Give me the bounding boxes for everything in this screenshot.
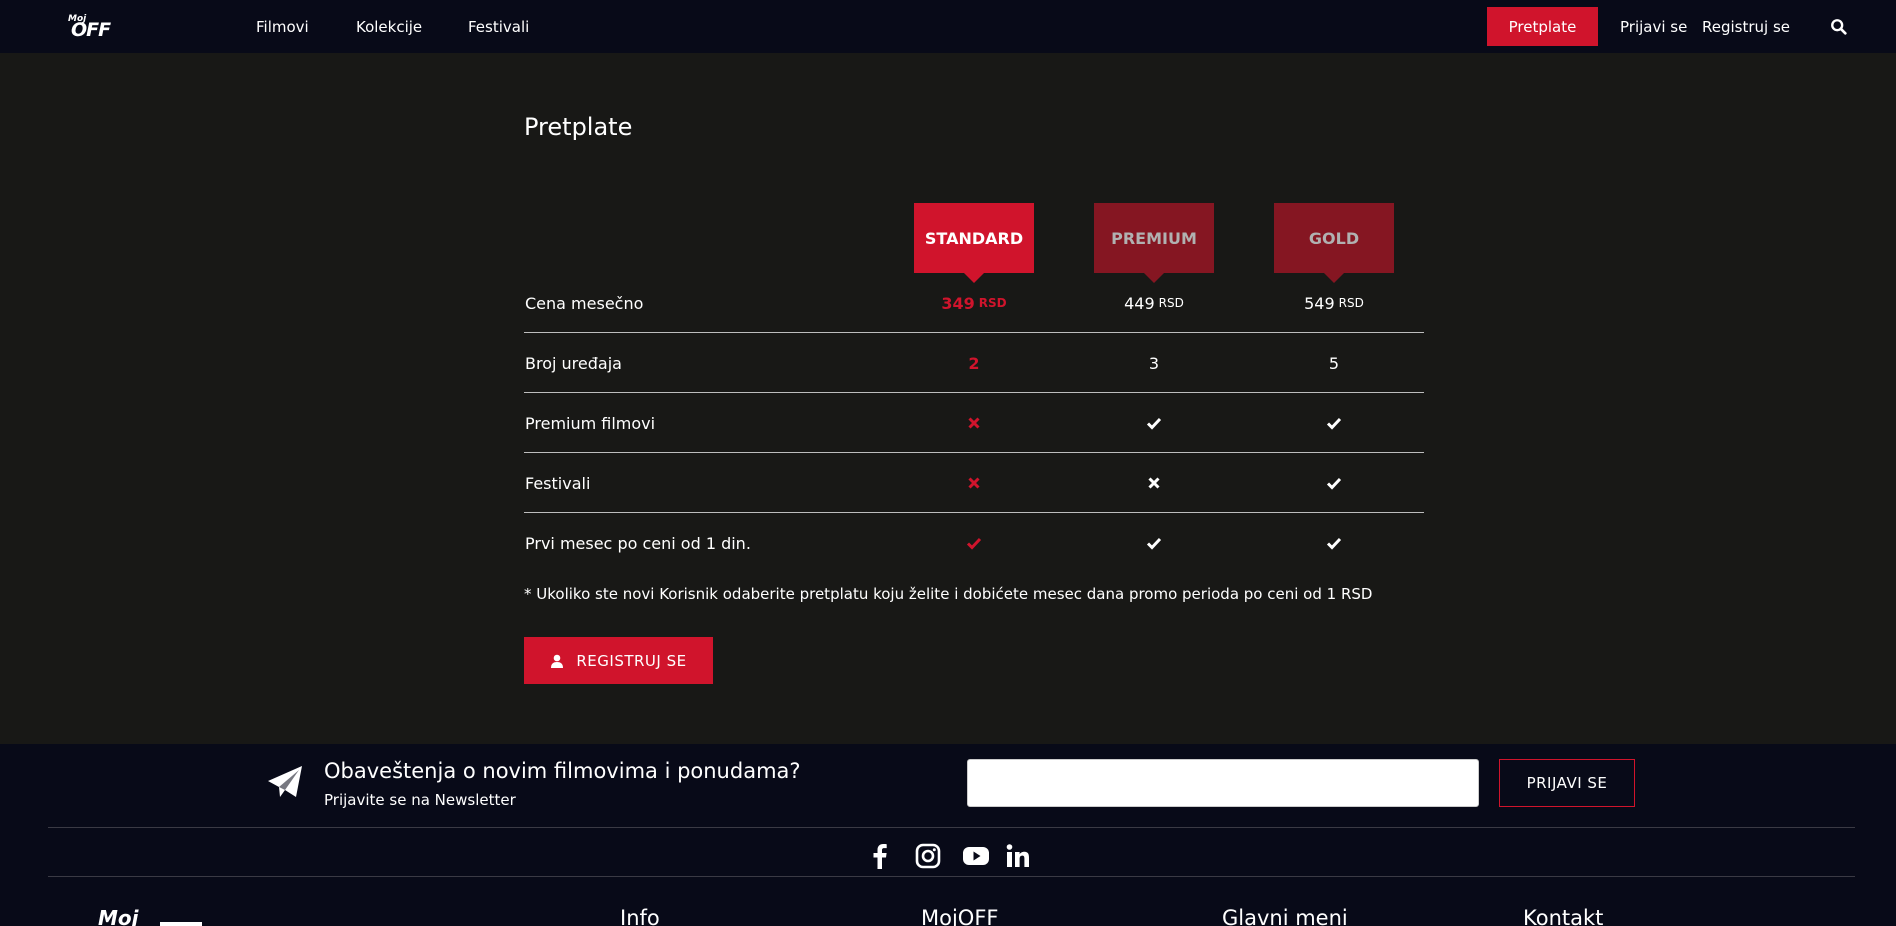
times-icon: [1148, 477, 1160, 489]
paper-plane-icon: [268, 766, 302, 797]
row-label: Broj uređaja: [525, 353, 622, 373]
check-icon: [1326, 417, 1342, 430]
search-icon[interactable]: [1830, 18, 1848, 36]
login-link[interactable]: Prijavi se: [1620, 18, 1687, 36]
register-link[interactable]: Registruj se: [1702, 18, 1790, 36]
register-button-label: REGISTRUJ SE: [576, 651, 687, 670]
premium-films-standard: [914, 393, 1034, 453]
footer-col-main-menu: Glavni meni: [1222, 906, 1348, 926]
linkedin-icon[interactable]: [1002, 839, 1034, 873]
times-icon: [968, 477, 980, 489]
table-row-premium-films: Premium filmovi: [524, 393, 1424, 453]
user-icon: [551, 654, 564, 668]
footer-logo[interactable]: Moj: [98, 906, 139, 926]
footer-col-contact: Kontakt: [1523, 906, 1604, 926]
plan-gold[interactable]: GOLD: [1274, 203, 1394, 283]
newsletter-subtitle: Prijavite se na Newsletter: [324, 791, 516, 809]
festivals-standard: [914, 453, 1034, 513]
times-icon: [968, 417, 980, 429]
register-button[interactable]: REGISTRUJ SE: [524, 637, 713, 684]
footer-logo-mark: [160, 922, 202, 926]
price-gold: 549 RSD: [1274, 273, 1394, 333]
price-unit: RSD: [1158, 296, 1184, 310]
youtube-icon[interactable]: [960, 839, 992, 873]
price-premium: 449 RSD: [1094, 273, 1214, 333]
premium-films-gold: [1274, 393, 1394, 453]
first-month-gold: [1274, 513, 1394, 573]
table-row-first-month: Prvi mesec po ceni od 1 din.: [524, 513, 1424, 573]
plan-standard[interactable]: STANDARD: [914, 203, 1034, 283]
footer-col-info: Info: [620, 906, 660, 926]
premium-films-premium: [1094, 393, 1214, 453]
row-label: Premium filmovi: [525, 413, 656, 433]
page-title: Pretplate: [524, 113, 633, 141]
check-icon: [1146, 537, 1162, 550]
table-row-price: Cena mesečno 349 RSD 449 RSD 549 RSD: [524, 273, 1424, 333]
festivals-gold: [1274, 453, 1394, 513]
check-icon: [966, 537, 982, 550]
divider: [48, 876, 1855, 877]
newsletter-email-input[interactable]: [967, 759, 1479, 807]
row-label: Cena mesečno: [525, 293, 644, 313]
devices-premium: 3: [1148, 353, 1160, 373]
table-row-devices: Broj uređaja 2 3 5: [524, 333, 1424, 393]
newsletter-title: Obaveštenja o novim filmovima i ponudama…: [324, 759, 801, 783]
check-icon: [1326, 537, 1342, 550]
footer-col-mojoff: MojOFF: [921, 906, 999, 926]
logo-off-text: OFF: [71, 19, 111, 41]
nav-festivali[interactable]: Festivali: [468, 18, 529, 36]
top-navbar: Moj OFF Filmovi Kolekcije Festivali Pret…: [0, 0, 1896, 53]
table-row-festivals: Festivali: [524, 453, 1424, 513]
first-month-premium: [1094, 513, 1214, 573]
site-logo[interactable]: Moj OFF: [68, 14, 112, 42]
plan-premium[interactable]: PREMIUM: [1094, 203, 1214, 283]
price-unit: RSD: [1338, 296, 1364, 310]
price-standard: 349 RSD: [914, 273, 1034, 333]
price-value: 449: [1124, 293, 1155, 313]
instagram-icon[interactable]: [912, 839, 944, 873]
devices-standard: 2: [968, 353, 980, 373]
promo-note: * Ukoliko ste novi Korisnik odaberite pr…: [524, 585, 1373, 603]
devices-gold: 5: [1328, 353, 1340, 373]
footer: Obaveštenja o novim filmovima i ponudama…: [0, 744, 1896, 926]
subscribe-button[interactable]: Pretplate: [1487, 7, 1598, 46]
facebook-icon[interactable]: [864, 839, 896, 873]
divider: [48, 827, 1855, 828]
row-label: Festivali: [525, 473, 591, 493]
price-unit: RSD: [978, 296, 1007, 310]
price-value: 349: [941, 293, 975, 313]
price-value: 549: [1304, 293, 1335, 313]
festivals-premium: [1094, 453, 1214, 513]
check-icon: [1146, 417, 1162, 430]
row-label: Prvi mesec po ceni od 1 din.: [525, 533, 751, 553]
nav-filmovi[interactable]: Filmovi: [256, 18, 309, 36]
newsletter-subscribe-button[interactable]: PRIJAVI SE: [1499, 759, 1635, 807]
first-month-standard: [914, 513, 1034, 573]
check-icon: [1326, 477, 1342, 490]
nav-kolekcije[interactable]: Kolekcije: [356, 18, 422, 36]
